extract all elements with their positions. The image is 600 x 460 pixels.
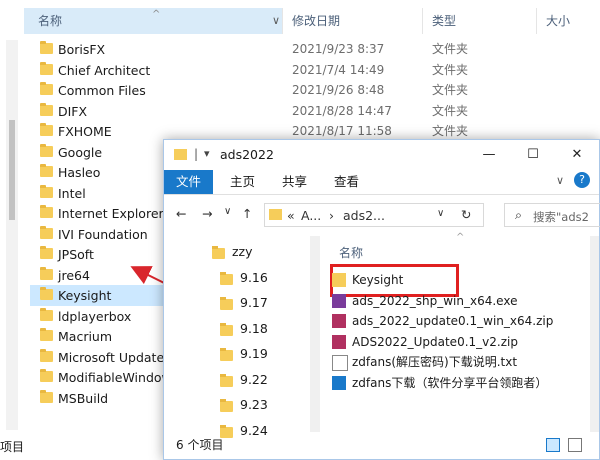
archive-icon — [332, 293, 346, 308]
file-name: Keysight — [352, 273, 404, 287]
help-icon[interactable]: ? — [574, 172, 590, 188]
details-view-icon[interactable] — [546, 438, 560, 452]
folder-icon — [332, 273, 346, 287]
file-name: ads_2022_update0.1_win_x64.zip — [352, 314, 554, 328]
address-dropdown-icon[interactable]: ∨ — [437, 208, 444, 219]
tab-view[interactable]: 查看 — [322, 170, 371, 194]
item-count: 6 个项目 — [176, 438, 224, 452]
ribbon-tabs: 文件 主页 共享 查看 ∨ ? — [164, 170, 599, 195]
up-arrow-icon[interactable]: ↑ — [242, 206, 252, 221]
file-item[interactable]: zdfans(解压密码)下载说明.txt — [332, 352, 587, 372]
ribbon-expand-icon[interactable]: ∨ — [556, 174, 564, 187]
breadcrumb-item-current[interactable]: ads2... — [343, 208, 385, 223]
tab-home[interactable]: 主页 — [218, 170, 267, 194]
folder-icon — [174, 149, 187, 160]
file-name: ADS2022_Update0.1_v2.zip — [352, 334, 518, 349]
close-button[interactable]: ✕ — [555, 140, 599, 170]
file-item[interactable]: ADS2022_Update0.1_v2.zip — [332, 332, 587, 352]
search-icon: ⌕ — [515, 207, 523, 222]
file-name: ads_2022_shp_win_x64.exe — [352, 293, 518, 308]
text-file-icon — [332, 355, 348, 371]
column-name-header[interactable]: 名称 — [339, 244, 363, 261]
folder-icon — [220, 297, 233, 310]
tab-share[interactable]: 共享 — [270, 170, 319, 194]
file-scrollbar[interactable] — [590, 236, 599, 432]
file-name: zdfans下载（软件分享平台领跑者） — [352, 375, 548, 390]
archive-icon — [332, 314, 346, 328]
quick-access-divider: | — [194, 147, 199, 161]
large-icons-view-icon[interactable] — [568, 438, 582, 452]
search-box[interactable]: ⌕ 搜索"ads2 — [504, 203, 600, 227]
folder-icon — [220, 399, 233, 412]
window-title: ads2022 — [220, 147, 274, 162]
forward-arrow-icon[interactable]: → — [202, 206, 212, 221]
navigation-bar: ← → ∨ ↑ « A... › ads2... ∨ ↻ ⌕ 搜索"ads2 — [164, 195, 600, 235]
folder-icon — [220, 373, 233, 387]
folder-icon — [269, 209, 282, 220]
minimize-button[interactable]: — — [467, 140, 511, 170]
breadcrumb-separator-icon[interactable]: › — [329, 208, 334, 223]
quick-access-dropdown-icon[interactable]: ▾ — [204, 147, 210, 160]
tab-file[interactable]: 文件 — [164, 170, 214, 194]
maximize-button[interactable]: ☐ — [511, 140, 555, 170]
sort-up-icon: ^ — [456, 232, 465, 243]
file-name: zdfans(解压密码)下载说明.txt — [352, 355, 518, 369]
folder-icon — [220, 322, 233, 336]
breadcrumb-overflow[interactable]: « — [287, 208, 295, 223]
tree-item[interactable]: 9.16 — [240, 270, 268, 285]
recent-dropdown-icon[interactable]: ∨ — [224, 206, 231, 217]
breadcrumb-item[interactable]: A... — [301, 208, 321, 223]
folder-icon — [212, 246, 225, 259]
folder-icon — [220, 271, 233, 285]
tree-item[interactable]: 9.22 — [240, 372, 268, 387]
web-link-icon — [332, 375, 346, 390]
tree-item[interactable]: 9.23 — [240, 397, 268, 412]
folder-icon — [220, 348, 233, 361]
back-arrow-icon[interactable]: ← — [176, 206, 186, 221]
tree-item[interactable]: 9.17 — [240, 295, 268, 310]
archive-icon — [332, 334, 346, 349]
file-item[interactable]: ads_2022_update0.1_win_x64.zip — [332, 311, 587, 331]
ads2022-explorer-window: | ▾ ads2022 — ☐ ✕ 文件 主页 共享 查看 ∨ ? ← → ∨ … — [163, 139, 600, 460]
status-bar: 6 个项目 — [164, 432, 599, 459]
tree-item[interactable]: zzy — [232, 244, 253, 259]
file-item[interactable]: ads_2022_shp_win_x64.exe — [332, 291, 587, 311]
navigation-tree: zzy 9.16 9.17 9.18 9.19 9.22 9.23 9.24 — [164, 236, 314, 438]
keysight-folder-item[interactable]: Keysight — [332, 270, 587, 290]
title-bar[interactable]: | ▾ ads2022 — ☐ ✕ — [164, 140, 599, 170]
tree-item[interactable]: 9.19 — [240, 346, 268, 361]
tree-item[interactable]: 9.18 — [240, 321, 268, 336]
refresh-icon[interactable]: ↻ — [461, 207, 471, 222]
search-placeholder: 搜索"ads2 — [533, 210, 589, 224]
tree-scrollbar[interactable] — [310, 236, 320, 432]
file-item[interactable]: zdfans下载（软件分享平台领跑者） — [332, 373, 587, 393]
address-bar[interactable]: « A... › ads2... ∨ ↻ — [264, 203, 484, 227]
